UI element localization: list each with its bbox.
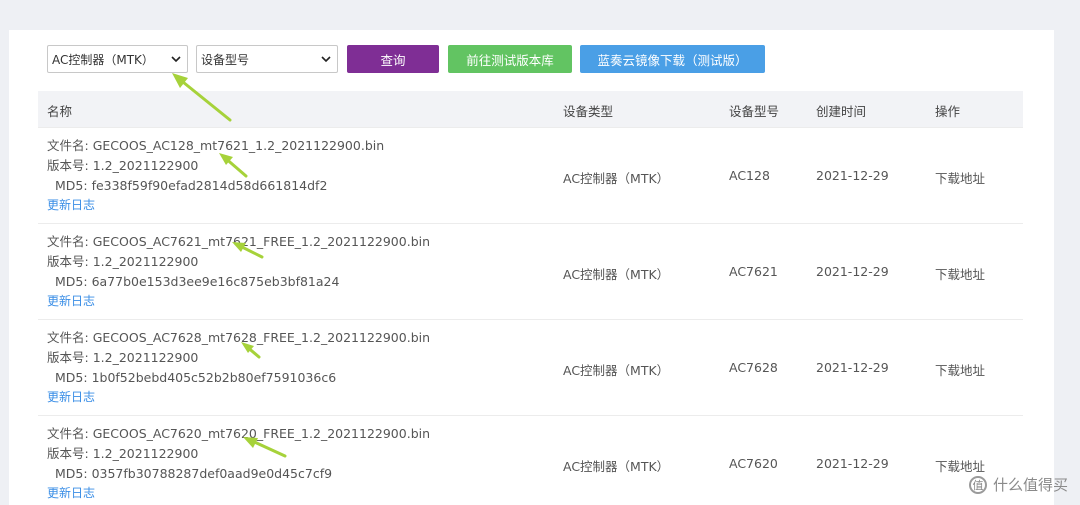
- md5-value: 6a77b0e153d3ee9e16c875eb3bf81a24: [91, 274, 340, 289]
- md5-label: MD5:: [55, 370, 88, 385]
- version-line: 版本号: 1.2_2021122900: [47, 350, 198, 366]
- download-link[interactable]: 下载地址: [935, 360, 985, 379]
- md5-value: fe338f59f90efad2814d58d661814df2: [91, 178, 328, 193]
- version-line: 版本号: 1.2_2021122900: [47, 158, 198, 174]
- md5-line: MD5: fe338f59f90efad2814d58d661814df2: [55, 178, 327, 194]
- filename-value: GECOOS_AC128_mt7621_1.2_2021122900.bin: [92, 138, 385, 153]
- test-repo-button[interactable]: 前往测试版本库: [448, 45, 572, 73]
- controller-type-select-value: AC控制器（MTK）: [52, 52, 154, 67]
- changelog-link[interactable]: 更新日志: [47, 293, 95, 309]
- mirror-download-button[interactable]: 蓝奏云镜像下载（测试版）: [580, 45, 765, 73]
- md5-value: 1b0f52bebd405c52b2b80ef7591036c6: [91, 370, 337, 385]
- created-date-cell: 2021-12-29: [816, 264, 889, 279]
- table-row: 文件名: GECOOS_AC7628_mt7628_FREE_1.2_20211…: [38, 319, 1023, 415]
- table-row: 文件名: GECOOS_AC7621_mt7621_FREE_1.2_20211…: [38, 223, 1023, 319]
- table-row: 文件名: GECOOS_AC7620_mt7620_FREE_1.2_20211…: [38, 415, 1023, 505]
- download-link[interactable]: 下载地址: [935, 168, 985, 187]
- device-type-cell: AC控制器（MTK）: [563, 267, 670, 282]
- download-link[interactable]: 下载地址: [935, 456, 985, 475]
- md5-label: MD5:: [55, 274, 88, 289]
- md5-line: MD5: 1b0f52bebd405c52b2b80ef7591036c6: [55, 370, 336, 386]
- header-device-model: 设备型号: [729, 104, 780, 119]
- version-value: 1.2_2021122900: [92, 254, 199, 269]
- device-type-cell: AC控制器（MTK）: [563, 171, 670, 186]
- device-model-select-value: 设备型号: [201, 52, 250, 67]
- version-label: 版本号:: [47, 158, 89, 173]
- header-created-time: 创建时间: [816, 104, 867, 119]
- created-date-cell: 2021-12-29: [816, 456, 889, 471]
- filename-label: 文件名:: [47, 138, 89, 153]
- header-device-type: 设备类型: [563, 104, 614, 119]
- device-model-cell: AC7621: [729, 264, 778, 279]
- changelog-link[interactable]: 更新日志: [47, 197, 95, 213]
- md5-value: 0357fb30788287def0aad9e0d45c7cf9: [91, 466, 333, 481]
- version-label: 版本号:: [47, 254, 89, 269]
- filename-label: 文件名:: [47, 234, 89, 249]
- device-model-cell: AC128: [729, 168, 770, 183]
- watermark-text: 什么值得买: [992, 476, 1068, 494]
- md5-line: MD5: 0357fb30788287def0aad9e0d45c7cf9: [55, 466, 332, 482]
- device-model-cell: AC7620: [729, 456, 778, 471]
- download-link[interactable]: 下载地址: [935, 264, 985, 283]
- smzdm-logo-icon: 值: [968, 475, 987, 494]
- filename-label: 文件名:: [47, 426, 89, 441]
- chevron-down-icon: [171, 56, 181, 63]
- version-value: 1.2_2021122900: [92, 158, 199, 173]
- watermark: 值 什么值得买: [968, 474, 1068, 495]
- version-label: 版本号:: [47, 350, 89, 365]
- filename-label: 文件名:: [47, 330, 89, 345]
- created-date-cell: 2021-12-29: [816, 360, 889, 375]
- query-button[interactable]: 查询: [347, 45, 439, 73]
- version-value: 1.2_2021122900: [92, 446, 199, 461]
- device-type-cell: AC控制器（MTK）: [563, 363, 670, 378]
- header-name: 名称: [47, 104, 73, 119]
- table-row: 文件名: GECOOS_AC128_mt7621_1.2_2021122900.…: [38, 127, 1023, 223]
- version-line: 版本号: 1.2_2021122900: [47, 254, 198, 270]
- md5-line: MD5: 6a77b0e153d3ee9e16c875eb3bf81a24: [55, 274, 339, 290]
- version-line: 版本号: 1.2_2021122900: [47, 446, 198, 462]
- header-action: 操作: [935, 104, 961, 119]
- content-panel: AC控制器（MTK） 设备型号 查询 前往测试版本库 蓝奏云镜像下载（测试版） …: [9, 30, 1054, 505]
- version-value: 1.2_2021122900: [92, 350, 199, 365]
- table-header: 名称 设备类型 设备型号 创建时间 操作: [38, 91, 1023, 127]
- changelog-link[interactable]: 更新日志: [47, 485, 95, 501]
- created-date-cell: 2021-12-29: [816, 168, 889, 183]
- device-model-cell: AC7628: [729, 360, 778, 375]
- device-model-select[interactable]: 设备型号: [196, 45, 338, 73]
- version-label: 版本号:: [47, 446, 89, 461]
- changelog-link[interactable]: 更新日志: [47, 389, 95, 405]
- chevron-down-icon: [321, 56, 331, 63]
- filename-value: GECOOS_AC7621_mt7621_FREE_1.2_2021122900…: [92, 234, 431, 249]
- filename-line: 文件名: GECOOS_AC7621_mt7621_FREE_1.2_20211…: [47, 234, 430, 250]
- filename-value: GECOOS_AC7620_mt7620_FREE_1.2_2021122900…: [92, 426, 431, 441]
- md5-label: MD5:: [55, 178, 88, 193]
- filename-line: 文件名: GECOOS_AC128_mt7621_1.2_2021122900.…: [47, 138, 384, 154]
- md5-label: MD5:: [55, 466, 88, 481]
- filename-line: 文件名: GECOOS_AC7628_mt7628_FREE_1.2_20211…: [47, 330, 430, 346]
- device-type-cell: AC控制器（MTK）: [563, 459, 670, 474]
- filename-value: GECOOS_AC7628_mt7628_FREE_1.2_2021122900…: [92, 330, 431, 345]
- controller-type-select[interactable]: AC控制器（MTK）: [47, 45, 188, 73]
- filename-line: 文件名: GECOOS_AC7620_mt7620_FREE_1.2_20211…: [47, 426, 430, 442]
